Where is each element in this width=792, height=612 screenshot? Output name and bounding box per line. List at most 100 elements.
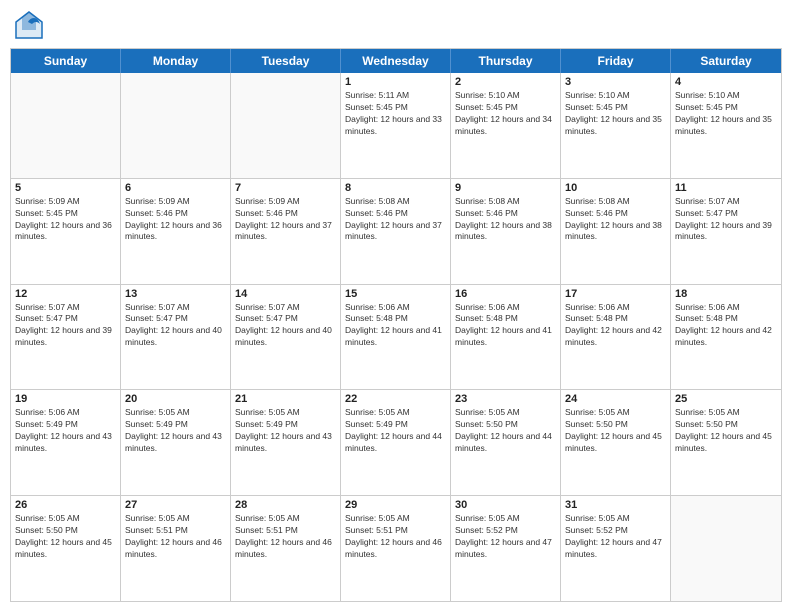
day-number: 13 xyxy=(125,288,226,300)
page-header xyxy=(10,10,782,40)
day-number: 16 xyxy=(455,288,556,300)
day-info: Sunrise: 5:05 AMSunset: 5:49 PMDaylight:… xyxy=(125,407,226,455)
calendar-day-20: 20 Sunrise: 5:05 AMSunset: 5:49 PMDayligh… xyxy=(121,390,231,495)
day-number: 19 xyxy=(15,393,116,405)
day-number: 8 xyxy=(345,182,446,194)
day-info: Sunrise: 5:08 AMSunset: 5:46 PMDaylight:… xyxy=(455,196,556,244)
day-info: Sunrise: 5:10 AMSunset: 5:45 PMDaylight:… xyxy=(565,90,666,138)
day-number: 5 xyxy=(15,182,116,194)
weekday-header-sunday: Sunday xyxy=(11,49,121,73)
calendar-day-6: 6 Sunrise: 5:09 AMSunset: 5:46 PMDaylight… xyxy=(121,179,231,284)
calendar-week-4: 19 Sunrise: 5:06 AMSunset: 5:49 PMDayligh… xyxy=(11,389,781,495)
calendar-week-3: 12 Sunrise: 5:07 AMSunset: 5:47 PMDayligh… xyxy=(11,284,781,390)
day-number: 28 xyxy=(235,499,336,511)
day-info: Sunrise: 5:06 AMSunset: 5:48 PMDaylight:… xyxy=(455,302,556,350)
logo xyxy=(14,10,46,40)
calendar-day-15: 15 Sunrise: 5:06 AMSunset: 5:48 PMDayligh… xyxy=(341,285,451,390)
calendar-day-30: 30 Sunrise: 5:05 AMSunset: 5:52 PMDayligh… xyxy=(451,496,561,601)
day-info: Sunrise: 5:07 AMSunset: 5:47 PMDaylight:… xyxy=(235,302,336,350)
calendar-empty-cell xyxy=(231,73,341,178)
day-number: 24 xyxy=(565,393,666,405)
calendar-day-4: 4 Sunrise: 5:10 AMSunset: 5:45 PMDaylight… xyxy=(671,73,781,178)
day-number: 15 xyxy=(345,288,446,300)
day-number: 9 xyxy=(455,182,556,194)
calendar-day-18: 18Sunrise: 5:06 AMSunset: 5:48 PMDayligh… xyxy=(671,285,781,390)
day-number: 31 xyxy=(565,499,666,511)
day-number: 1 xyxy=(345,76,446,88)
calendar-day-24: 24Sunrise: 5:05 AMSunset: 5:50 PMDayligh… xyxy=(561,390,671,495)
calendar-day-21: 21 Sunrise: 5:05 AMSunset: 5:49 PMDayligh… xyxy=(231,390,341,495)
day-info: Sunrise: 5:05 AMSunset: 5:51 PMDaylight:… xyxy=(235,513,336,561)
calendar-body: 1Sunrise: 5:11 AMSunset: 5:45 PMDaylight… xyxy=(11,73,781,601)
day-number: 12 xyxy=(15,288,116,300)
day-number: 26 xyxy=(15,499,116,511)
calendar-week-2: 5Sunrise: 5:09 AMSunset: 5:45 PMDaylight… xyxy=(11,178,781,284)
day-number: 10 xyxy=(565,182,666,194)
calendar-day-5: 5Sunrise: 5:09 AMSunset: 5:45 PMDaylight… xyxy=(11,179,121,284)
calendar-day-3: 3Sunrise: 5:10 AMSunset: 5:45 PMDaylight… xyxy=(561,73,671,178)
day-info: Sunrise: 5:05 AMSunset: 5:51 PMDaylight:… xyxy=(345,513,446,561)
day-info: Sunrise: 5:09 AMSunset: 5:46 PMDaylight:… xyxy=(125,196,226,244)
day-number: 27 xyxy=(125,499,226,511)
calendar-grid: SundayMondayTuesdayWednesdayThursdayFrid… xyxy=(10,48,782,602)
day-info: Sunrise: 5:06 AMSunset: 5:48 PMDaylight:… xyxy=(565,302,666,350)
calendar-day-16: 16 Sunrise: 5:06 AMSunset: 5:48 PMDayligh… xyxy=(451,285,561,390)
day-number: 7 xyxy=(235,182,336,194)
calendar-day-27: 27 Sunrise: 5:05 AMSunset: 5:51 PMDayligh… xyxy=(121,496,231,601)
calendar-day-11: 11 Sunrise: 5:07 AMSunset: 5:47 PMDayligh… xyxy=(671,179,781,284)
day-info: Sunrise: 5:05 AMSunset: 5:49 PMDaylight:… xyxy=(345,407,446,455)
weekday-header-tuesday: Tuesday xyxy=(231,49,341,73)
day-info: Sunrise: 5:06 AMSunset: 5:48 PMDaylight:… xyxy=(675,302,777,350)
calendar-day-7: 7 Sunrise: 5:09 AMSunset: 5:46 PMDaylight… xyxy=(231,179,341,284)
day-info: Sunrise: 5:06 AMSunset: 5:49 PMDaylight:… xyxy=(15,407,116,455)
calendar-day-31: 31 Sunrise: 5:05 AMSunset: 5:52 PMDayligh… xyxy=(561,496,671,601)
calendar-day-25: 25 Sunrise: 5:05 AMSunset: 5:50 PMDayligh… xyxy=(671,390,781,495)
day-info: Sunrise: 5:05 AMSunset: 5:52 PMDaylight:… xyxy=(455,513,556,561)
calendar-day-14: 14 Sunrise: 5:07 AMSunset: 5:47 PMDayligh… xyxy=(231,285,341,390)
day-number: 2 xyxy=(455,76,556,88)
calendar-day-29: 29Sunrise: 5:05 AMSunset: 5:51 PMDayligh… xyxy=(341,496,451,601)
day-info: Sunrise: 5:08 AMSunset: 5:46 PMDaylight:… xyxy=(565,196,666,244)
day-info: Sunrise: 5:05 AMSunset: 5:50 PMDaylight:… xyxy=(455,407,556,455)
calendar-day-26: 26Sunrise: 5:05 AMSunset: 5:50 PMDayligh… xyxy=(11,496,121,601)
weekday-header-friday: Friday xyxy=(561,49,671,73)
calendar-day-2: 2Sunrise: 5:10 AMSunset: 5:45 PMDaylight… xyxy=(451,73,561,178)
day-number: 17 xyxy=(565,288,666,300)
calendar-day-22: 22Sunrise: 5:05 AMSunset: 5:49 PMDayligh… xyxy=(341,390,451,495)
calendar-week-1: 1Sunrise: 5:11 AMSunset: 5:45 PMDaylight… xyxy=(11,73,781,178)
day-number: 20 xyxy=(125,393,226,405)
calendar-day-23: 23 Sunrise: 5:05 AMSunset: 5:50 PMDayligh… xyxy=(451,390,561,495)
day-info: Sunrise: 5:07 AMSunset: 5:47 PMDaylight:… xyxy=(15,302,116,350)
day-info: Sunrise: 5:07 AMSunset: 5:47 PMDaylight:… xyxy=(675,196,777,244)
calendar-day-9: 9 Sunrise: 5:08 AMSunset: 5:46 PMDaylight… xyxy=(451,179,561,284)
calendar-day-28: 28 Sunrise: 5:05 AMSunset: 5:51 PMDayligh… xyxy=(231,496,341,601)
logo-icon xyxy=(14,10,44,40)
day-info: Sunrise: 5:10 AMSunset: 5:45 PMDaylight:… xyxy=(675,90,777,138)
day-number: 30 xyxy=(455,499,556,511)
day-info: Sunrise: 5:08 AMSunset: 5:46 PMDaylight:… xyxy=(345,196,446,244)
calendar-day-10: 10 Sunrise: 5:08 AMSunset: 5:46 PMDayligh… xyxy=(561,179,671,284)
calendar-page: SundayMondayTuesdayWednesdayThursdayFrid… xyxy=(0,0,792,612)
calendar-day-1: 1Sunrise: 5:11 AMSunset: 5:45 PMDaylight… xyxy=(341,73,451,178)
calendar-day-12: 12 Sunrise: 5:07 AMSunset: 5:47 PMDayligh… xyxy=(11,285,121,390)
day-info: Sunrise: 5:05 AMSunset: 5:50 PMDaylight:… xyxy=(675,407,777,455)
day-info: Sunrise: 5:05 AMSunset: 5:52 PMDaylight:… xyxy=(565,513,666,561)
day-number: 23 xyxy=(455,393,556,405)
calendar-day-8: 8 Sunrise: 5:08 AMSunset: 5:46 PMDaylight… xyxy=(341,179,451,284)
calendar-empty-cell xyxy=(11,73,121,178)
calendar-day-19: 19 Sunrise: 5:06 AMSunset: 5:49 PMDayligh… xyxy=(11,390,121,495)
day-info: Sunrise: 5:09 AMSunset: 5:46 PMDaylight:… xyxy=(235,196,336,244)
day-number: 25 xyxy=(675,393,777,405)
day-number: 4 xyxy=(675,76,777,88)
weekday-header-monday: Monday xyxy=(121,49,231,73)
calendar-header: SundayMondayTuesdayWednesdayThursdayFrid… xyxy=(11,49,781,73)
calendar-empty-cell xyxy=(121,73,231,178)
day-number: 6 xyxy=(125,182,226,194)
calendar-day-13: 13Sunrise: 5:07 AMSunset: 5:47 PMDayligh… xyxy=(121,285,231,390)
day-number: 21 xyxy=(235,393,336,405)
day-info: Sunrise: 5:06 AMSunset: 5:48 PMDaylight:… xyxy=(345,302,446,350)
day-info: Sunrise: 5:05 AMSunset: 5:49 PMDaylight:… xyxy=(235,407,336,455)
day-info: Sunrise: 5:05 AMSunset: 5:51 PMDaylight:… xyxy=(125,513,226,561)
day-number: 14 xyxy=(235,288,336,300)
day-number: 11 xyxy=(675,182,777,194)
